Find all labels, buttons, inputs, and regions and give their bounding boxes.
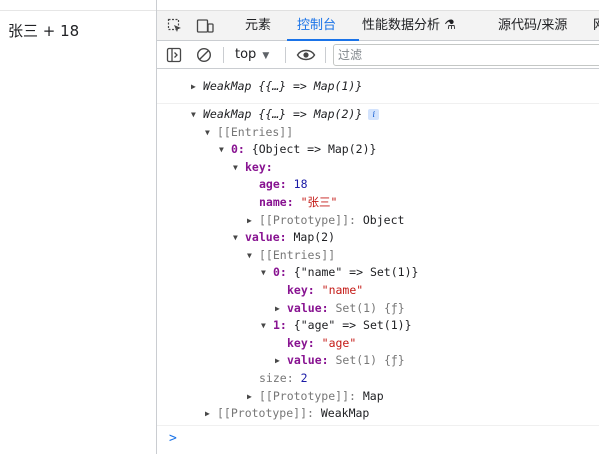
prototype-value: WeakMap bbox=[320, 406, 370, 421]
value-label: value: bbox=[287, 353, 329, 368]
weakmap-summary: WeakMap {{…} => Map(1)} bbox=[203, 79, 363, 93]
map-entry-index: 0: bbox=[273, 265, 287, 280]
tab-network[interactable]: 网 bbox=[593, 11, 599, 41]
name-row: name: "张三" bbox=[259, 194, 337, 212]
map-entries-row[interactable]: ▼ [[Entries]] bbox=[247, 247, 335, 265]
age-key: age: bbox=[259, 177, 287, 192]
map-entries-label: [[Entries]] bbox=[259, 247, 336, 262]
expand-triangle-icon[interactable]: ▶ bbox=[275, 352, 287, 370]
toolbar-divider bbox=[223, 47, 224, 63]
entry-summary: {Object => Map(2)} bbox=[251, 142, 377, 157]
weakmap-prototype-row[interactable]: ▶ [[Prototype]]: WeakMap bbox=[205, 405, 369, 423]
age-row: age: 18 bbox=[259, 176, 308, 194]
devtools-panel: 元素 控制台 性能数据分析 ⚗ 源代码/来源 网 top▼ 过滤 ▶WeakMa… bbox=[156, 0, 599, 454]
value-summary: Set(1) {ƒ} bbox=[335, 300, 405, 315]
expand-triangle-icon[interactable]: ▶ bbox=[275, 300, 287, 318]
page-viewport: 张三 + 18 bbox=[0, 0, 156, 454]
entry-index: 0: bbox=[231, 142, 245, 157]
device-toolbar-icon[interactable] bbox=[195, 16, 215, 36]
console-prompt-icon[interactable]: > bbox=[169, 431, 177, 446]
toolbar-divider bbox=[325, 47, 326, 63]
name-key: name: bbox=[259, 195, 294, 209]
key-label: key: bbox=[287, 335, 315, 350]
collapse-triangle-icon[interactable]: ▼ bbox=[247, 247, 259, 265]
value-summary: Set(1) {ƒ} bbox=[335, 353, 405, 368]
weakmap-summary: WeakMap {{…} => Map(2)} bbox=[203, 107, 363, 121]
object-prototype-row[interactable]: ▶ [[Prototype]]: Object bbox=[247, 212, 404, 230]
collapsed-weakmap-row[interactable]: ▶ WeakMap {{…} => Map(1)} bbox=[191, 78, 362, 96]
page-text: 张三 + 18 bbox=[8, 22, 80, 40]
context-selector[interactable]: top ▼ bbox=[235, 45, 269, 65]
entries-label: [[Entries]] bbox=[217, 124, 294, 139]
expanded-weakmap-row[interactable]: ▼ WeakMap {{…} => Map(2)} i bbox=[191, 106, 380, 124]
map-entry-summary: {"name" => Set(1)} bbox=[293, 265, 419, 280]
tab-elements[interactable]: 元素 bbox=[245, 11, 271, 41]
toolbar-divider bbox=[285, 47, 286, 63]
key-row[interactable]: ▼ key: bbox=[233, 159, 273, 177]
console-output: ▶ WeakMap {{…} => Map(1)} ▼ WeakMap {{…} =… bbox=[157, 70, 599, 454]
value-label: value: bbox=[245, 230, 287, 245]
entry-0-row[interactable]: ▼ 0: {Object => Map(2)} bbox=[219, 141, 376, 159]
context-label: top bbox=[235, 47, 257, 62]
caret-down-icon: ▼ bbox=[262, 51, 270, 61]
value-summary: Map(2) bbox=[293, 230, 336, 245]
expand-triangle-icon[interactable]: ▶ bbox=[247, 388, 259, 406]
value-row[interactable]: ▼ value: Map(2) bbox=[233, 229, 335, 247]
tab-sources[interactable]: 源代码/来源 bbox=[498, 11, 567, 41]
prototype-label: [[Prototype]]: bbox=[259, 388, 356, 403]
size-label: size: bbox=[259, 371, 294, 385]
collapse-triangle-icon[interactable]: ▼ bbox=[233, 159, 245, 177]
map-entry-1-row[interactable]: ▼ 1: {"age" => Set(1)} bbox=[261, 317, 412, 335]
expand-triangle-icon[interactable]: ▶ bbox=[191, 78, 203, 96]
map-entry-0-row[interactable]: ▼ 0: {"name" => Set(1)} bbox=[261, 264, 418, 282]
size-value: 2 bbox=[300, 371, 308, 385]
prototype-label: [[Prototype]]: bbox=[259, 212, 356, 227]
size-row: size: 2 bbox=[259, 370, 308, 388]
tab-console[interactable]: 控制台 bbox=[297, 11, 336, 41]
console-message: ▼ WeakMap {{…} => Map(2)} i ▼ [[Entries]] ▼… bbox=[157, 104, 599, 426]
collapse-triangle-icon[interactable]: ▼ bbox=[261, 317, 273, 335]
name-value: "张三" bbox=[300, 195, 338, 209]
entries-row[interactable]: ▼ [[Entries]] bbox=[205, 124, 293, 142]
key-label: key: bbox=[245, 159, 273, 174]
console-toolbar: top ▼ 过滤 bbox=[157, 41, 599, 69]
key-value: "age" bbox=[321, 335, 357, 350]
map-prototype-row[interactable]: ▶ [[Prototype]]: Map bbox=[247, 388, 384, 406]
map-entry-0-key-row: key: "name" bbox=[287, 282, 363, 300]
inspect-element-icon[interactable] bbox=[165, 16, 185, 36]
prototype-value: Map bbox=[362, 388, 384, 403]
collapse-triangle-icon[interactable]: ▼ bbox=[233, 229, 245, 247]
collapse-triangle-icon[interactable]: ▼ bbox=[261, 264, 273, 282]
value-label: value: bbox=[287, 300, 329, 315]
collapse-triangle-icon[interactable]: ▼ bbox=[191, 106, 203, 124]
live-expression-eye-icon[interactable] bbox=[295, 45, 317, 65]
collapse-triangle-icon[interactable]: ▼ bbox=[205, 124, 217, 142]
sidebar-toggle-icon[interactable] bbox=[165, 45, 183, 65]
expand-triangle-icon[interactable]: ▶ bbox=[205, 405, 217, 423]
map-entry-1-key-row: key: "age" bbox=[287, 335, 356, 353]
age-value: 18 bbox=[293, 177, 308, 192]
devtools-tabbar: 元素 控制台 性能数据分析 ⚗ 源代码/来源 网 bbox=[157, 10, 599, 41]
console-message: ▶ WeakMap {{…} => Map(1)} bbox=[157, 76, 599, 104]
tab-performance[interactable]: 性能数据分析 ⚗ bbox=[362, 11, 456, 41]
prototype-label: [[Prototype]]: bbox=[217, 406, 314, 421]
clear-console-icon[interactable] bbox=[195, 45, 213, 65]
key-value: "name" bbox=[321, 283, 364, 297]
filter-input[interactable]: 过滤 bbox=[333, 44, 599, 66]
map-entry-1-value-row[interactable]: ▶ value: Set(1) {ƒ} bbox=[275, 352, 405, 370]
map-entry-index: 1: bbox=[273, 318, 287, 333]
prototype-value: Object bbox=[362, 212, 405, 227]
map-entry-0-value-row[interactable]: ▶ value: Set(1) {ƒ} bbox=[275, 300, 405, 318]
collapse-triangle-icon[interactable]: ▼ bbox=[219, 141, 231, 159]
page-divider bbox=[0, 10, 156, 11]
key-label: key: bbox=[287, 283, 315, 297]
info-icon[interactable]: i bbox=[368, 109, 380, 120]
map-entry-summary: {"age" => Set(1)} bbox=[293, 318, 412, 333]
expand-triangle-icon[interactable]: ▶ bbox=[247, 212, 259, 230]
